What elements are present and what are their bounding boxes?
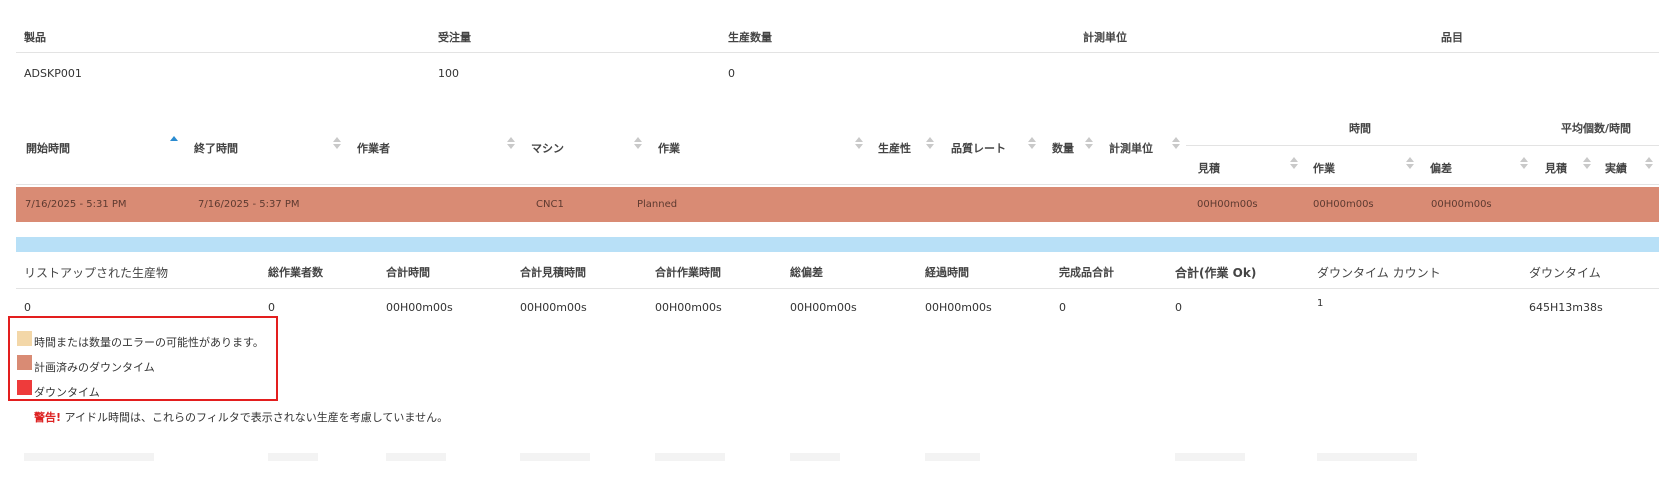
summary-value-elapsed-time: 00H00m00s <box>925 301 992 314</box>
sort-icon[interactable] <box>1406 157 1414 169</box>
col-header-time-work[interactable]: 作業 <box>1313 160 1335 176</box>
summary-header-downtime-count: ダウンタイム カウント <box>1317 266 1441 280</box>
summary-value-total-ok: 0 <box>1175 301 1182 314</box>
col-header-produced-qty[interactable]: 生産数量 <box>728 29 772 45</box>
legend-label-downtime: ダウンタイム <box>34 386 100 399</box>
cell-time-estimate: 00H00m00s <box>1197 199 1258 210</box>
sort-icon[interactable] <box>507 137 515 149</box>
warning-message: 警告! アイドル時間は、これらのフィルタで表示されない生産を考慮していません。 <box>34 409 448 425</box>
faded-cell <box>790 453 840 461</box>
col-header-quality-rate[interactable]: 品質レート <box>951 140 1006 156</box>
summary-header-total-estimate: 合計見積時間 <box>520 266 586 279</box>
sort-icon[interactable] <box>1172 137 1180 149</box>
cell-product: ADSKP001 <box>24 67 82 80</box>
cell-start-time: 7/16/2025 - 5:31 PM <box>25 199 127 210</box>
faded-cell <box>655 453 725 461</box>
col-header-uom[interactable]: 計測単位 <box>1083 29 1127 45</box>
col-header-start-time[interactable]: 開始時間 <box>26 140 70 156</box>
sort-icon[interactable] <box>1645 157 1653 169</box>
col-header-avg-actual[interactable]: 実績 <box>1605 160 1627 176</box>
col-header-machine[interactable]: マシン <box>531 140 564 156</box>
summary-value-total-operators: 0 <box>268 301 275 314</box>
col-header-end-time[interactable]: 終了時間 <box>194 140 238 156</box>
sort-icon[interactable] <box>1520 157 1528 169</box>
warning-prefix: 警告! <box>34 411 62 424</box>
faded-cell <box>386 453 446 461</box>
summary-header-total-deviation: 総偏差 <box>790 266 823 279</box>
legend-swatch-planned-downtime <box>17 355 32 370</box>
summary-value-total-deviation: 00H00m00s <box>790 301 857 314</box>
summary-header-listed-products: リストアップされた生産物 <box>24 266 169 280</box>
legend-label-possible-error: 時間または数量のエラーの可能性があります。 <box>34 336 264 349</box>
summary-header-total-ok: 合計(作業 Ok) <box>1175 266 1257 280</box>
cell-order-qty: 100 <box>438 67 459 80</box>
cell-end-time: 7/16/2025 - 5:37 PM <box>198 199 300 210</box>
col-header-quantity[interactable]: 数量 <box>1052 140 1074 156</box>
sort-icon[interactable] <box>855 137 863 149</box>
legend-swatch-downtime <box>17 380 32 395</box>
divider <box>16 184 1659 185</box>
summary-value-total-estimate: 00H00m00s <box>520 301 587 314</box>
summary-header-downtime: ダウンタイム <box>1529 266 1601 280</box>
sort-icon[interactable] <box>1583 157 1591 169</box>
sort-asc-icon[interactable] <box>170 136 178 148</box>
summary-header-elapsed-time: 経過時間 <box>925 266 969 279</box>
summary-header-total-time: 合計時間 <box>386 266 430 279</box>
legend-swatch-possible-error <box>17 331 32 346</box>
summary-value-finished-total: 0 <box>1059 301 1066 314</box>
summary-header-total-operators: 総作業者数 <box>268 266 323 279</box>
col-header-operator[interactable]: 作業者 <box>357 140 390 156</box>
sort-icon[interactable] <box>1290 157 1298 169</box>
faded-cell <box>268 453 318 461</box>
divider <box>16 288 1659 289</box>
summary-value-downtime: 645H13m38s <box>1529 301 1603 314</box>
summary-header-finished-total: 完成品合計 <box>1059 266 1114 279</box>
summary-value-total-time: 00H00m00s <box>386 301 453 314</box>
cell-time-deviation: 00H00m00s <box>1431 199 1492 210</box>
faded-cell <box>24 453 154 461</box>
summary-value-listed-products: 0 <box>24 301 31 314</box>
faded-cell <box>1175 453 1245 461</box>
summary-header-total-work: 合計作業時間 <box>655 266 721 279</box>
cell-machine: CNC1 <box>536 199 564 210</box>
faded-cell <box>1317 453 1417 461</box>
col-header-job[interactable]: 作業 <box>658 140 680 156</box>
sort-icon[interactable] <box>634 137 642 149</box>
col-header-order-qty[interactable]: 受注量 <box>438 29 471 45</box>
divider <box>16 52 1659 53</box>
summary-value-total-work: 00H00m00s <box>655 301 722 314</box>
sort-icon[interactable] <box>1085 137 1093 149</box>
col-group-avg-per-hour: 平均個数/時間 <box>1561 122 1632 135</box>
cell-job: Planned <box>637 199 678 210</box>
col-header-time-deviation[interactable]: 偏差 <box>1430 160 1452 176</box>
col-header-uom[interactable]: 計測単位 <box>1109 140 1153 156</box>
warning-text: アイドル時間は、これらのフィルタで表示されない生産を考慮していません。 <box>61 411 449 424</box>
legend-label-planned-downtime: 計画済みのダウンタイム <box>34 361 155 374</box>
cell-produced-qty: 0 <box>728 67 735 80</box>
sort-icon[interactable] <box>333 137 341 149</box>
col-header-productivity[interactable]: 生産性 <box>878 140 911 156</box>
col-header-time-estimate[interactable]: 見積 <box>1198 160 1220 176</box>
col-header-avg-estimate[interactable]: 見積 <box>1545 160 1567 176</box>
faded-cell <box>925 453 980 461</box>
info-bar <box>16 237 1659 252</box>
col-header-item[interactable]: 品目 <box>1441 29 1463 45</box>
divider <box>1186 145 1659 146</box>
sort-icon[interactable] <box>926 137 934 149</box>
faded-cell <box>520 453 590 461</box>
col-header-product[interactable]: 製品 <box>24 29 46 45</box>
sort-icon[interactable] <box>1028 137 1036 149</box>
summary-value-downtime-count: 1 <box>1317 298 1324 309</box>
col-group-time: 時間 <box>1349 122 1371 135</box>
cell-time-work: 00H00m00s <box>1313 199 1374 210</box>
